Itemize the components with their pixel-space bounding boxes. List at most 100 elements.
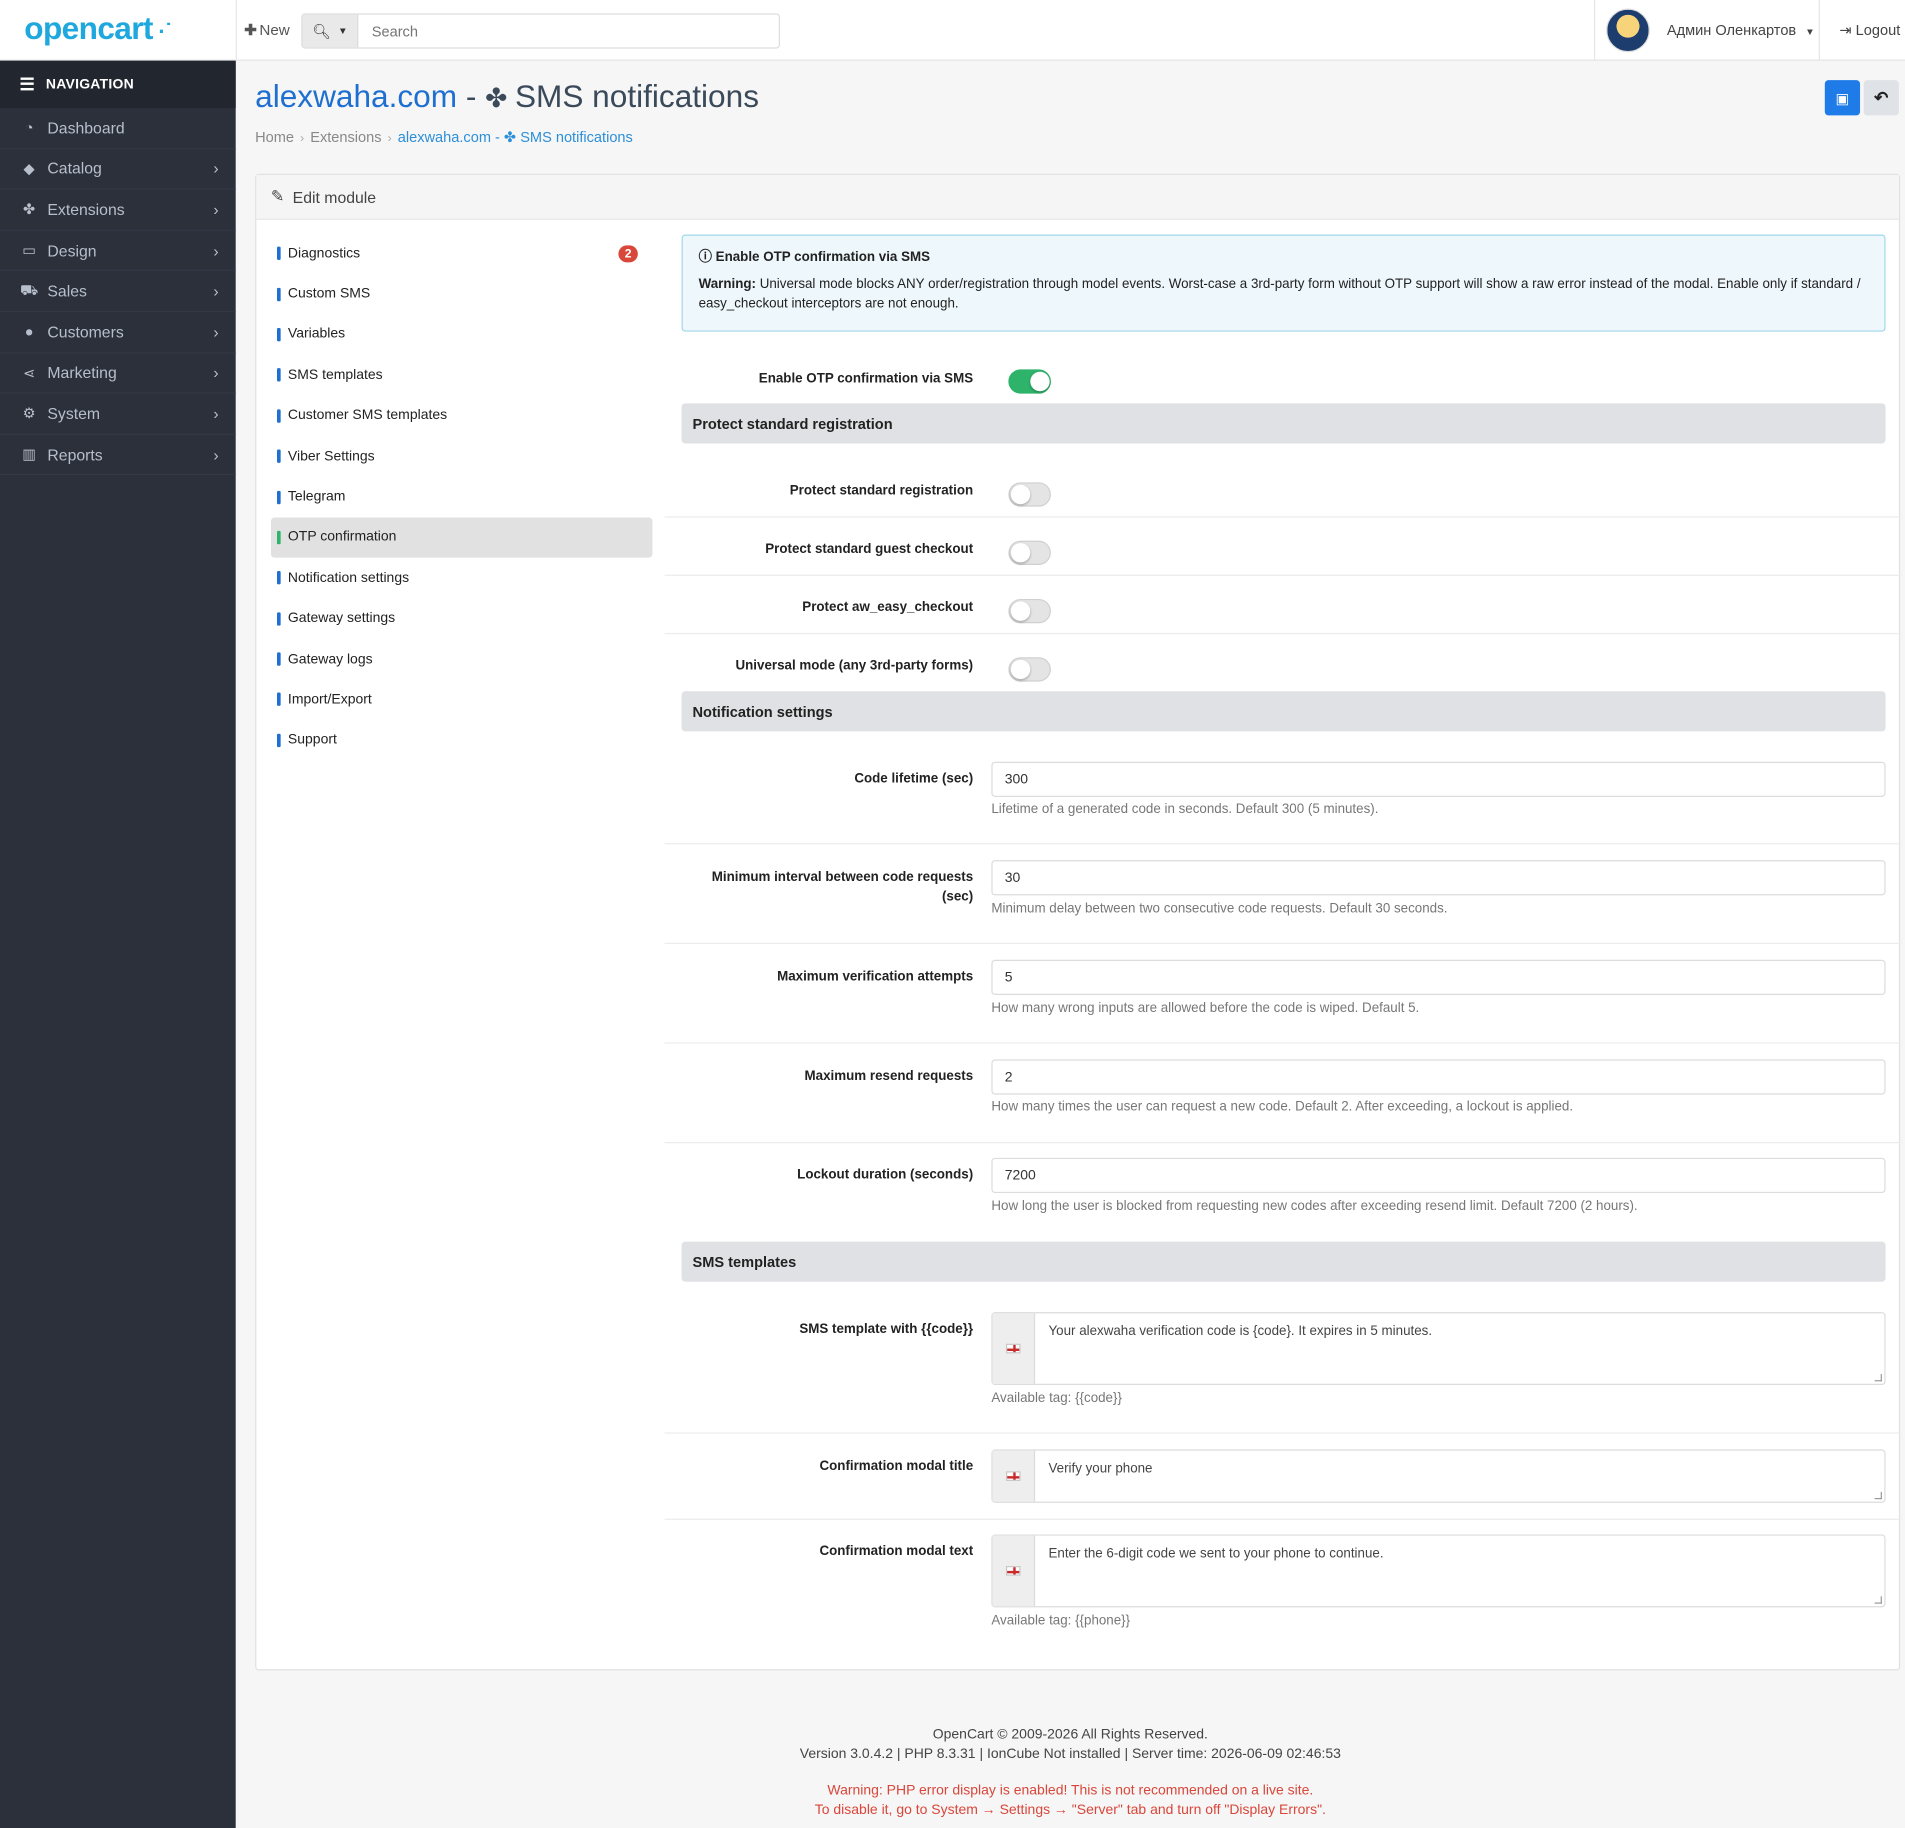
avatar[interactable] xyxy=(1606,8,1650,53)
lockout-duration-input[interactable] xyxy=(991,1157,1886,1194)
min-interval-input[interactable] xyxy=(991,860,1886,896)
tab-gateway-logs[interactable]: Gateway logs xyxy=(271,639,652,680)
sidebar-item-extensions[interactable]: ✤ Extensions › xyxy=(0,190,236,231)
tab-import-export[interactable]: Import/Export xyxy=(271,680,652,721)
breadcrumb-current[interactable]: alexwaha.com - ✤ SMS notifications xyxy=(398,129,633,146)
user-menu[interactable]: Админ Оленкартов ▼ xyxy=(1667,22,1815,39)
tab-marker xyxy=(277,490,281,504)
tab-variables[interactable]: Variables xyxy=(271,314,652,355)
alert-text: Universal mode blocks ANY order/registra… xyxy=(698,277,1861,312)
sidebar-item-dashboard[interactable]: ◔ Dashboard xyxy=(0,108,236,149)
protect-registration-toggle[interactable] xyxy=(1008,482,1051,507)
new-button[interactable]: ✚ New xyxy=(244,21,290,39)
modal-title-label: Confirmation modal title xyxy=(819,1459,974,1474)
logout-link[interactable]: ⇥ Logout xyxy=(1839,22,1900,39)
tab-gateway-settings[interactable]: Gateway settings xyxy=(271,598,652,639)
chevron-right-icon: › xyxy=(213,322,219,342)
alert-warning-label: Warning: xyxy=(698,277,756,292)
dashboard-icon: ◔ xyxy=(24,119,34,137)
protect-easy-checkout-label: Protect aw_easy_checkout xyxy=(802,600,974,615)
tab-customer-sms-templates[interactable]: Customer SMS templates xyxy=(271,396,652,437)
footer-php-warning: Warning: PHP error display is enabled! T… xyxy=(236,1781,1905,1820)
tab-label: OTP confirmation xyxy=(287,530,397,545)
sidebar-item-sales[interactable]: ⛟ Sales › xyxy=(0,271,236,313)
header-divider xyxy=(235,0,237,61)
row-divider xyxy=(664,1142,1902,1144)
section-sms-templates: SMS templates xyxy=(681,1241,1886,1282)
tags-icon: ◆ xyxy=(23,160,35,178)
resize-handle[interactable] xyxy=(1874,1491,1882,1500)
alert-title: ⓘ Enable OTP confirmation via SMS xyxy=(699,248,1869,267)
search-type-dropdown[interactable]: 🔍︎ ▼ xyxy=(302,14,359,48)
otp-warning-alert: ⓘ Enable OTP confirmation via SMS Warnin… xyxy=(681,234,1886,332)
monitor-icon: ▭ xyxy=(22,241,37,259)
sidebar-item-label: Catalog xyxy=(47,159,102,178)
max-resend-label: Maximum resend requests xyxy=(804,1069,974,1084)
tab-otp-confirmation[interactable]: OTP confirmation xyxy=(270,517,653,558)
sidebar-item-label: Customers xyxy=(47,322,124,342)
flag-icon xyxy=(1005,1343,1021,1354)
max-attempts-input[interactable] xyxy=(991,959,1886,996)
sidebar-item-system[interactable]: ⚙ System › xyxy=(0,394,236,435)
search-bar: 🔍︎ ▼ xyxy=(301,13,780,49)
sidebar-item-customers[interactable]: ● Customers › xyxy=(0,312,236,354)
tab-label: Notification settings xyxy=(287,570,410,586)
section-protect-registration: Protect standard registration xyxy=(681,403,1886,444)
tab-label: Viber Settings xyxy=(287,449,375,464)
chevron-right-icon: › xyxy=(213,363,219,382)
max-resend-help: How many times the user can request a ne… xyxy=(991,1099,1574,1115)
sidebar-item-design[interactable]: ▭ Design › xyxy=(0,231,236,272)
universal-mode-toggle[interactable] xyxy=(1008,657,1051,682)
modal-title-text: Verify your phone xyxy=(1048,1461,1153,1477)
gear-icon: ⚙ xyxy=(22,405,36,423)
panel-title: Edit module xyxy=(292,187,377,206)
modal-text-text: Enter the 6-digit code we sent to your p… xyxy=(1048,1546,1384,1562)
modal-text-textarea[interactable]: Enter the 6-digit code we sent to your p… xyxy=(991,1534,1886,1608)
sidebar-item-marketing[interactable]: ⋖ Marketing › xyxy=(0,353,236,394)
max-attempts-label: Maximum verification attempts xyxy=(777,969,974,985)
tab-support[interactable]: Support xyxy=(271,720,652,761)
enable-otp-toggle[interactable] xyxy=(1008,369,1051,394)
tab-marker xyxy=(277,571,281,585)
chevron-right-icon: › xyxy=(213,200,219,219)
protect-guest-checkout-toggle[interactable] xyxy=(1008,540,1051,565)
page-title-site: alexwaha.com xyxy=(255,77,458,115)
navigation-header[interactable]: ☰ NAVIGATION xyxy=(0,60,236,109)
alert-title-text: Enable OTP confirmation via SMS xyxy=(715,250,931,265)
sidebar-item-label: Extensions xyxy=(47,200,125,219)
max-resend-input[interactable] xyxy=(991,1059,1886,1095)
tab-label: Custom SMS xyxy=(287,286,371,302)
tab-telegram[interactable]: Telegram xyxy=(271,477,652,518)
tab-diagnostics[interactable]: Diagnostics 2 xyxy=(271,233,652,274)
tab-marker xyxy=(277,409,281,423)
breadcrumb-home[interactable]: Home xyxy=(255,129,294,146)
tab-marker xyxy=(277,733,281,748)
resize-handle[interactable] xyxy=(1874,1596,1882,1604)
breadcrumb-extensions[interactable]: Extensions xyxy=(310,129,381,146)
modal-title-textarea[interactable]: Verify your phone xyxy=(991,1449,1886,1503)
resize-handle[interactable] xyxy=(1874,1374,1882,1382)
tab-custom-sms[interactable]: Custom SMS xyxy=(271,274,652,315)
protect-easy-checkout-toggle[interactable] xyxy=(1008,598,1051,624)
tab-label: Gateway logs xyxy=(287,651,373,667)
tab-notification-settings[interactable]: Notification settings xyxy=(271,558,652,599)
sms-template-textarea[interactable]: Your alexwaha verification code is {code… xyxy=(991,1312,1886,1386)
tab-viber-settings[interactable]: Viber Settings xyxy=(271,436,652,477)
back-button[interactable]: ↶ xyxy=(1863,80,1899,116)
header-divider xyxy=(1593,0,1596,61)
footer: OpenCart © 2009-2026 All Rights Reserved… xyxy=(236,1725,1905,1820)
sidebar: ☰ NAVIGATION ◔ Dashboard ◆ Catalog › ✤ Extens… xyxy=(0,60,236,1828)
footer-version: Version 3.0.4.2 | PHP 8.3.31 | IonCube N… xyxy=(799,1747,1341,1762)
tab-label: Variables xyxy=(287,327,346,342)
sidebar-item-reports[interactable]: ▥ Reports › xyxy=(0,435,236,476)
search-input[interactable] xyxy=(359,14,773,48)
save-button[interactable]: ▣ xyxy=(1824,80,1861,116)
puzzle-icon: ✤ xyxy=(485,82,515,113)
sidebar-item-catalog[interactable]: ◆ Catalog › xyxy=(0,149,236,190)
tab-sms-templates[interactable]: SMS templates xyxy=(271,355,652,396)
new-label: New xyxy=(259,21,290,39)
row-divider xyxy=(664,942,1902,944)
code-lifetime-input[interactable] xyxy=(991,761,1886,797)
opencart-logo[interactable]: opencart ·˙ xyxy=(24,10,172,48)
tab-marker xyxy=(277,327,281,342)
